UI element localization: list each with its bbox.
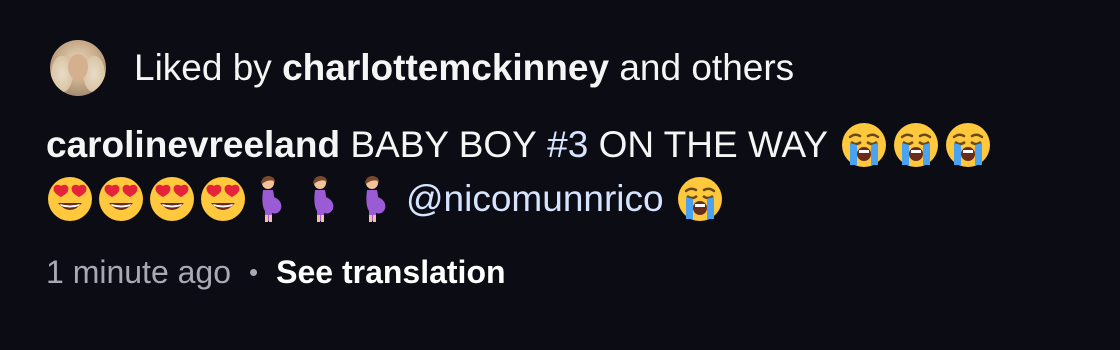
crying-face-emoji bbox=[676, 175, 724, 223]
crying-face-emoji bbox=[892, 121, 940, 169]
liked-by-text: Liked by charlottemckinney and others bbox=[134, 46, 794, 90]
likes-row: Liked by charlottemckinney and others bbox=[50, 38, 794, 98]
liked-by-user-link[interactable]: charlottemckinney bbox=[282, 47, 609, 88]
caption-line-2: @nicomunnrico bbox=[46, 172, 1076, 226]
avatar-face bbox=[68, 54, 88, 80]
heart-eyes-emoji bbox=[97, 175, 145, 223]
comment-text-after-hashtag: ON THE WAY bbox=[598, 124, 829, 165]
timestamp[interactable]: 1 minute ago bbox=[46, 254, 231, 291]
liked-by-prefix: Liked by bbox=[134, 47, 272, 88]
crying-face-emoji bbox=[944, 121, 992, 169]
heart-eyes-emoji bbox=[148, 175, 196, 223]
comment-caption: carolinevreeland BABY BOY #3 ON THE WAY … bbox=[46, 118, 1076, 226]
separator-dot: • bbox=[249, 256, 259, 287]
comment-username-link[interactable]: carolinevreeland bbox=[46, 118, 340, 172]
mention-link[interactable]: @nicomunnrico bbox=[406, 172, 664, 226]
hashtag-link[interactable]: #3 bbox=[547, 118, 588, 172]
comment-text-main: BABY BOY bbox=[350, 124, 537, 165]
see-translation-button[interactable]: See translation bbox=[276, 254, 505, 291]
comment-meta: 1 minute ago • See translation bbox=[46, 250, 506, 294]
crying-face-emoji bbox=[840, 121, 888, 169]
emoji-group-line-1 bbox=[840, 121, 996, 169]
pregnant-woman-emoji bbox=[250, 175, 290, 223]
heart-eyes-emoji bbox=[199, 175, 247, 223]
pregnant-woman-emoji bbox=[354, 175, 394, 223]
liked-by-suffix[interactable]: and others bbox=[619, 47, 794, 88]
heart-eyes-emoji bbox=[46, 175, 94, 223]
pregnant-woman-emoji bbox=[302, 175, 342, 223]
avatar[interactable] bbox=[50, 40, 106, 96]
caption-line-1: carolinevreeland BABY BOY #3 ON THE WAY bbox=[46, 118, 1076, 172]
